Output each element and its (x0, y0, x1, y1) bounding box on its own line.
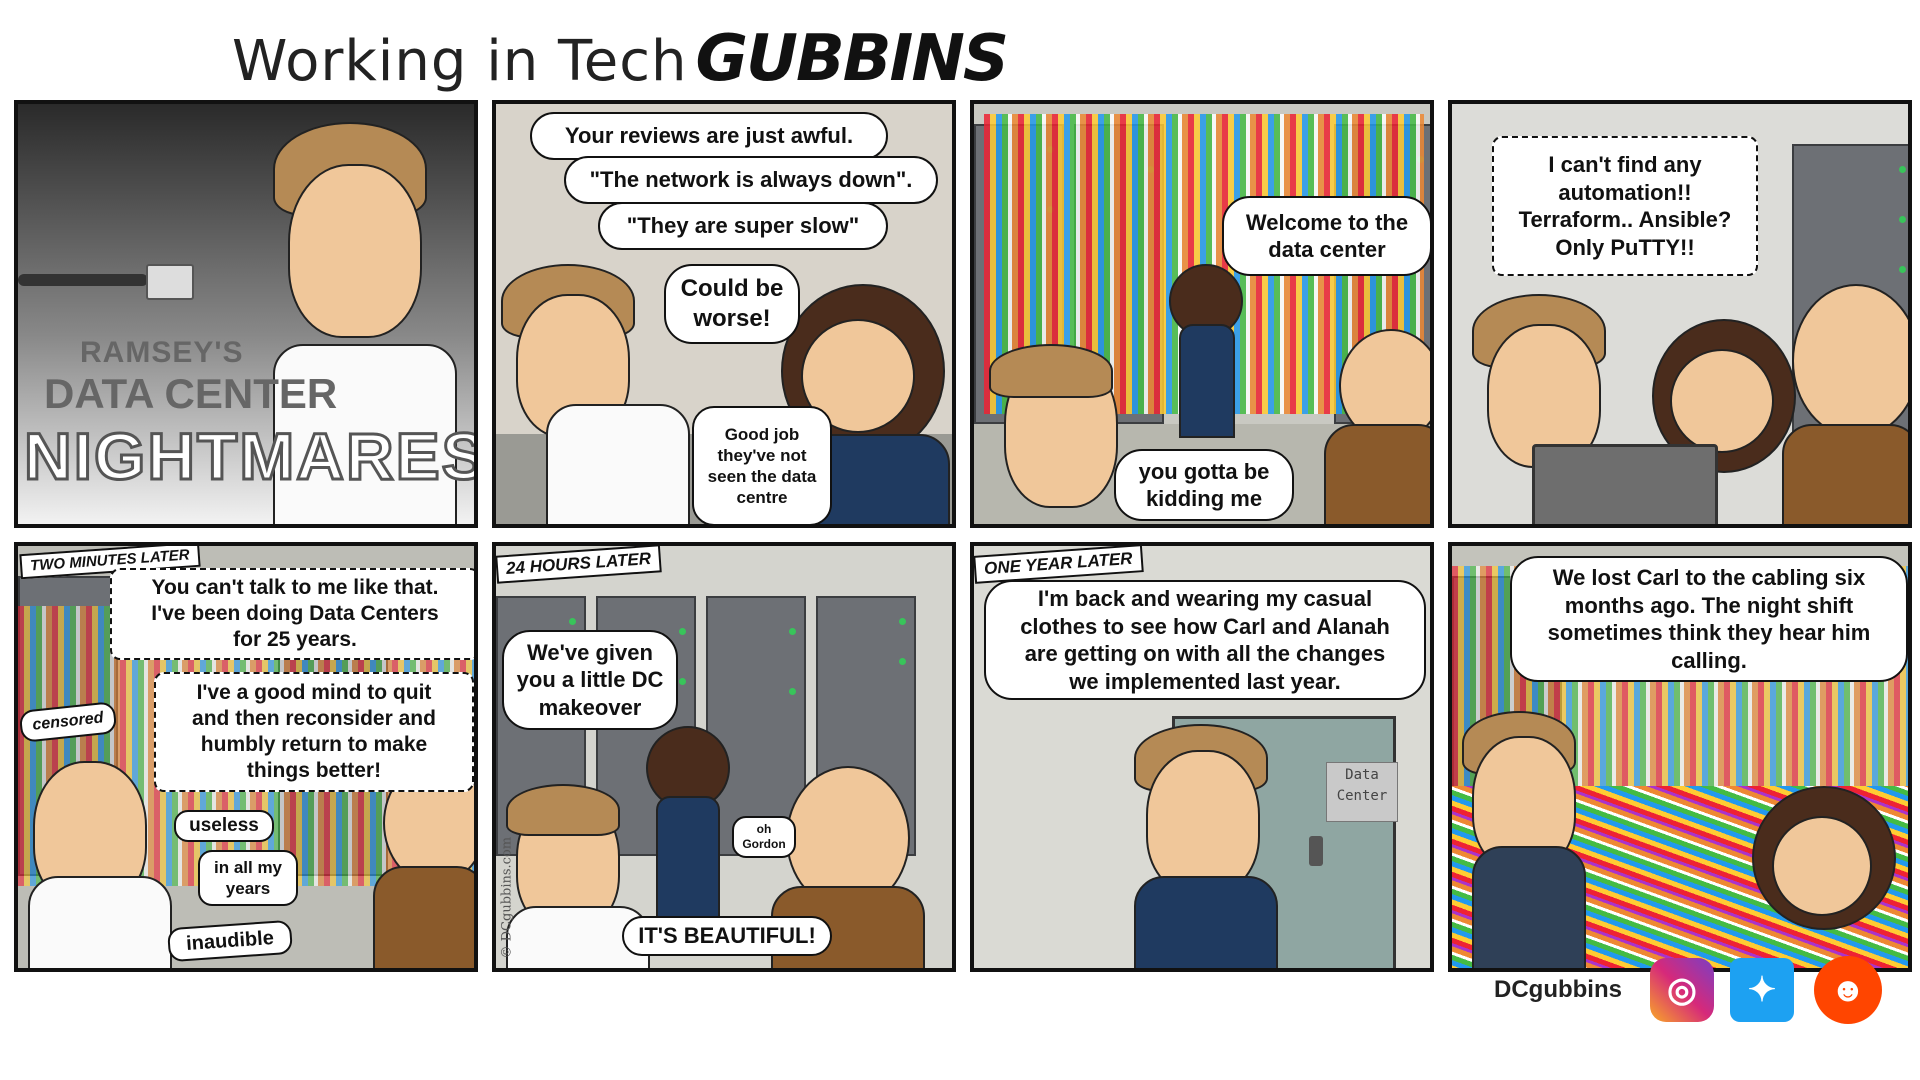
speech-bubble-reviews: Your reviews are just awful. (530, 112, 888, 160)
carl-shirt (373, 866, 474, 968)
speech-bubble-back: I'm back and wearing my casual clothes t… (984, 580, 1426, 700)
panel-5: TWO MINUTES LATER You can't talk to me l… (14, 542, 478, 972)
woman-body (1179, 324, 1235, 438)
speech-bubble-quit: I've a good mind to quit and then recons… (154, 672, 474, 792)
speech-bubble-makeover: We've given you a little DC makeover (502, 630, 678, 730)
woman-head (1772, 816, 1872, 916)
carl-head (1792, 284, 1908, 438)
panel-4: I can't find any automation!! Terraform.… (1448, 100, 1912, 528)
word-in-all-my-years: in all my years (198, 850, 298, 906)
brand-logo: GUBBINS (695, 22, 1009, 96)
woman-head (1670, 349, 1774, 453)
show-title-line1: RAMSEY'S (80, 336, 244, 369)
panel-1: RAMSEY'S DATA CENTER NIGHTMARES (14, 100, 478, 528)
computer-monitor (1532, 444, 1718, 524)
rj45-plug (146, 264, 194, 300)
carl-shirt (1324, 424, 1430, 524)
chef-blazer (1134, 876, 1278, 968)
carl-shirt (1782, 424, 1908, 524)
twitter-icon[interactable]: ✦ (1730, 958, 1794, 1022)
panel-6: 24 HOURS LATER We've given you a little … (492, 542, 956, 972)
copyright-text: © DCgubbins.com (499, 836, 515, 959)
chef-hair (989, 344, 1113, 398)
word-inaudible: inaudible (166, 919, 294, 963)
speech-bubble-network: "The network is always down". (564, 156, 938, 204)
author-handle: DCgubbins (1494, 976, 1622, 1003)
panel-7: Data Center ONE YEAR LATER I'm back and … (970, 542, 1434, 972)
reddit-icon[interactable]: ☻ (1814, 956, 1882, 1024)
speech-bubble-slow: "They are super slow" (598, 202, 888, 250)
caption-24-hours: 24 HOURS LATER (496, 546, 662, 584)
panel-2: Your reviews are just awful. "The networ… (492, 100, 956, 528)
instagram-icon[interactable]: ◎ (1650, 958, 1714, 1022)
speech-bubble-good-job: Good job they've not seen the data centr… (692, 406, 832, 524)
speech-bubble-oh-gordon: oh Gordon (732, 816, 796, 858)
speech-bubble-welcome: Welcome to the data center (1222, 196, 1430, 276)
chef-hair (506, 784, 620, 836)
speech-bubble-kidding: you gotta be kidding me (1114, 449, 1294, 521)
word-useless: useless (174, 810, 274, 842)
panel-3: Welcome to the data center you gotta be … (970, 100, 1434, 528)
door-sign: Data Center (1326, 762, 1398, 822)
caption-one-year: ONE YEAR LATER (974, 546, 1144, 584)
comic-title: Working in Tech GUBBINS (232, 22, 1009, 96)
woman-body (656, 796, 720, 930)
speech-bubble-worse: Could be worse! (664, 264, 800, 344)
chef-jacket (1472, 846, 1586, 968)
show-title-line2: DATA CENTER (44, 370, 338, 417)
chef-shirt (28, 876, 172, 968)
speech-bubble-25-years: You can't talk to me like that. I've bee… (110, 568, 474, 660)
door-handle (1309, 836, 1323, 866)
network-cable-icon (18, 274, 148, 286)
title-text: Working in Tech (232, 29, 688, 94)
chef-head (288, 164, 422, 338)
show-title: RAMSEY'S DATA CENTER NIGHTMARES (18, 336, 478, 495)
chef-jacket (546, 404, 690, 524)
panel-8: We lost Carl to the cabling six months a… (1448, 542, 1912, 972)
speech-bubble-beautiful: IT'S BEAUTIFUL! (622, 916, 832, 956)
chef-head (1146, 750, 1260, 894)
speech-bubble-automation: I can't find any automation!! Terraform.… (1492, 136, 1758, 276)
show-title-line3: NIGHTMARES (23, 418, 478, 495)
speech-bubble-lost-carl: We lost Carl to the cabling six months a… (1510, 556, 1908, 682)
